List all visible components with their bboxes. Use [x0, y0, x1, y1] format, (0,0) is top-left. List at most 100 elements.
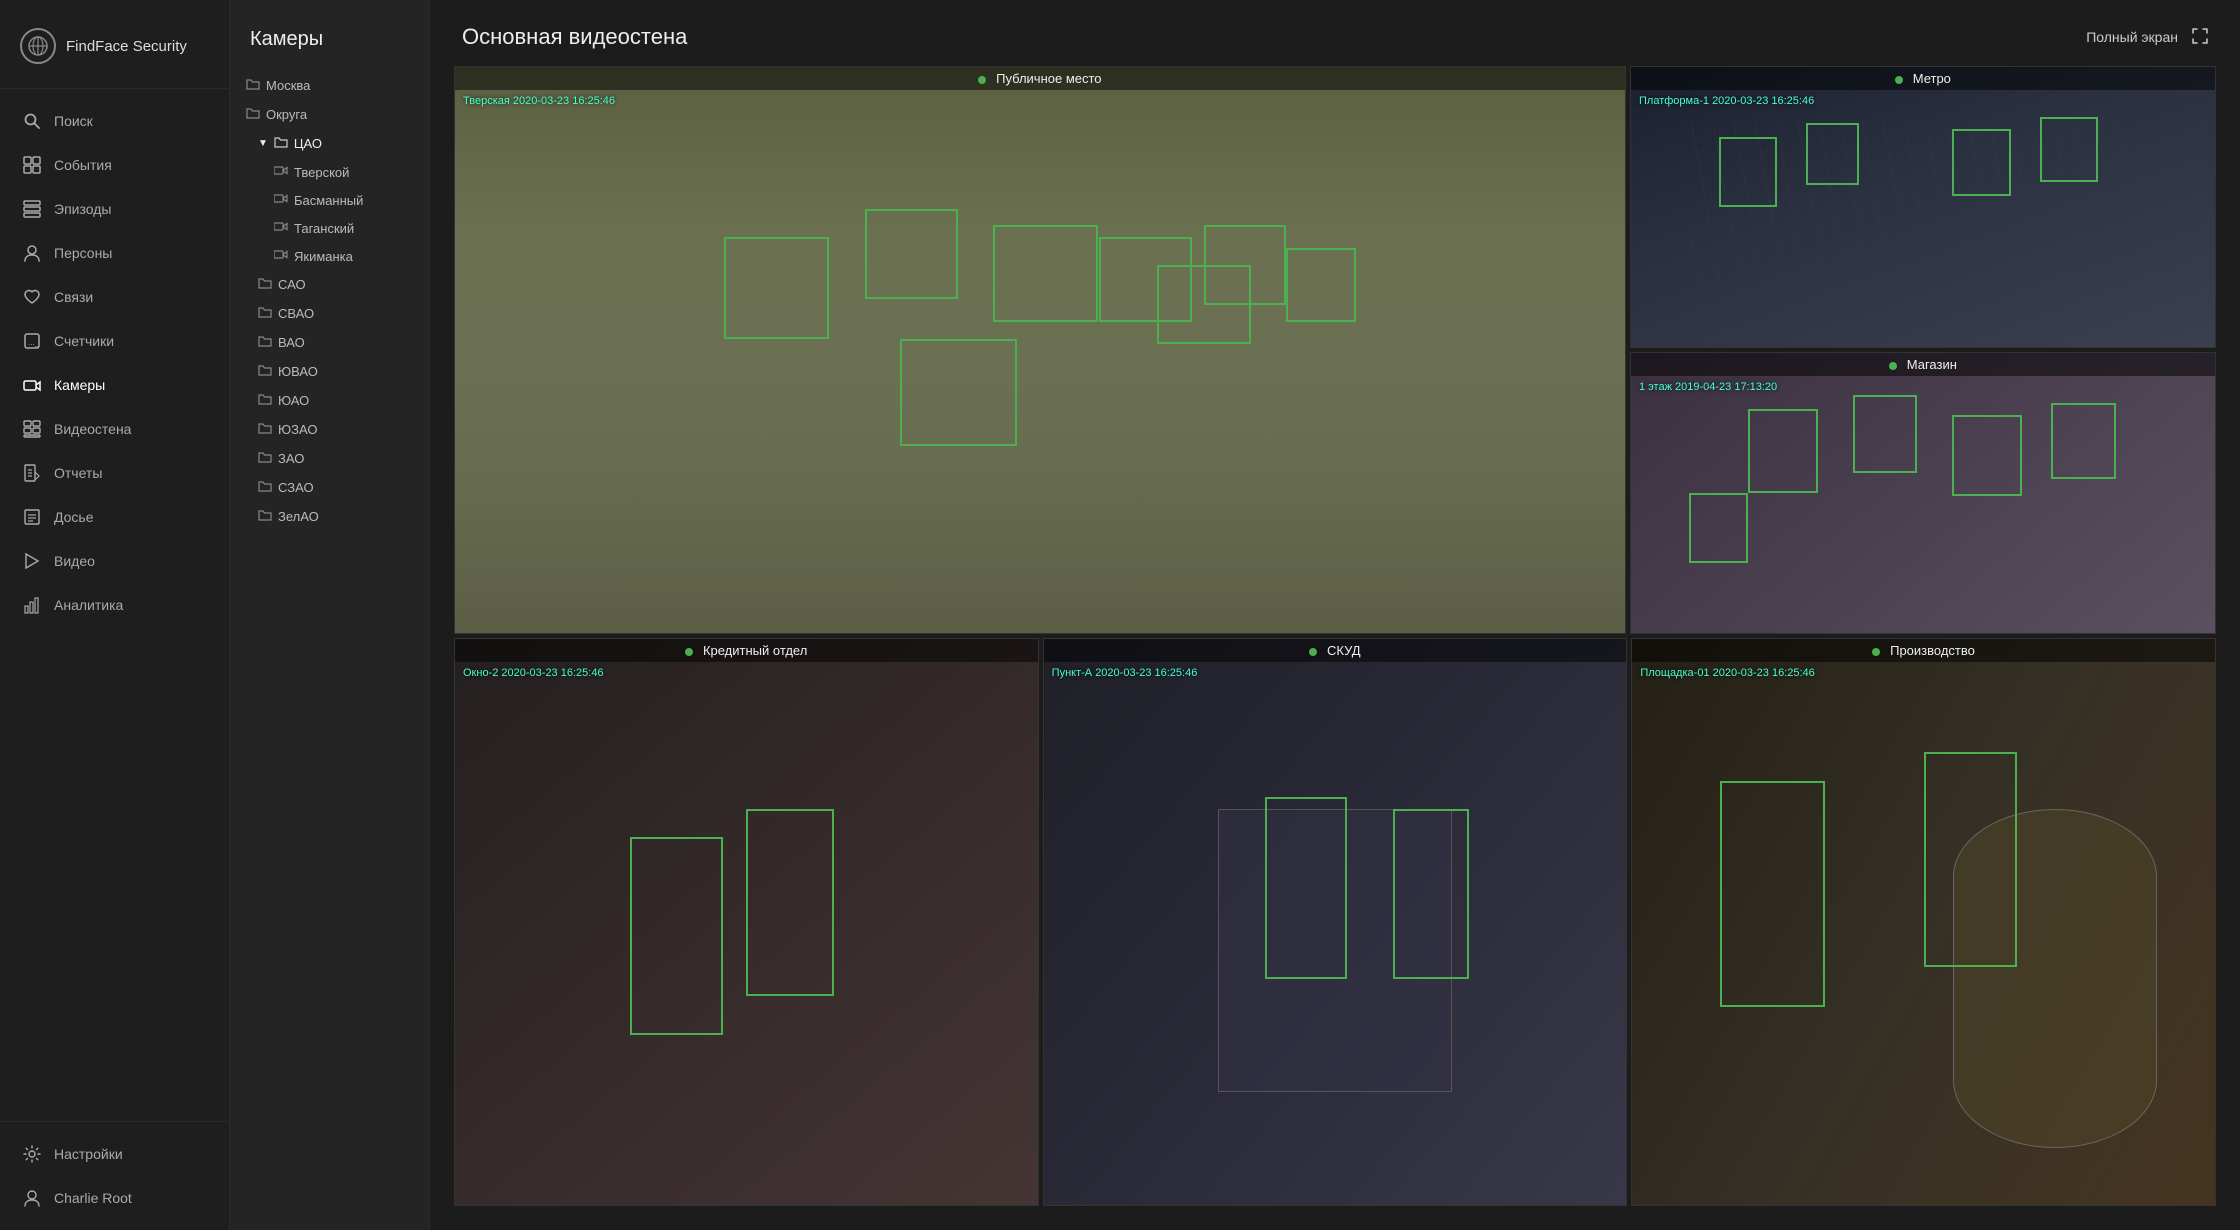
- det-box-m3: [1952, 129, 2010, 196]
- folder-icon: [258, 305, 272, 322]
- tree-item-basmanny[interactable]: Басманный: [230, 186, 429, 214]
- tree-item-tagansky[interactable]: Таганский: [230, 214, 429, 242]
- sidebar-label-search: Поиск: [54, 113, 93, 129]
- folder-icon: [258, 421, 272, 438]
- settings-icon: [22, 1144, 42, 1164]
- det-box-s1: [1748, 409, 1818, 493]
- tree-item-zao[interactable]: ЗАО: [230, 444, 429, 473]
- cell-label-credit: Кредитный отдел: [455, 639, 1038, 662]
- tree-item-yakimanka[interactable]: Якиманка: [230, 242, 429, 270]
- sidebar-item-analytics[interactable]: Аналитика: [0, 583, 229, 627]
- sidebar-item-events[interactable]: События: [0, 143, 229, 187]
- counters-icon: ..._: [22, 331, 42, 351]
- det-box-3: [993, 225, 1098, 321]
- det-box-c1: [630, 837, 723, 1035]
- tree-item-uvao[interactable]: ЮВАО: [230, 357, 429, 386]
- tree-item-tverskoy[interactable]: Тверской: [230, 158, 429, 186]
- sidebar-label-episodes: Эпизоды: [54, 201, 111, 217]
- sidebar-label-persons: Персоны: [54, 245, 112, 261]
- timestamp-metro: Платформа-1 2020-03-23 16:25:46: [1639, 95, 1814, 107]
- video-cell-access[interactable]: СКУД Пункт-А 2020-03-23 16:25:46: [1043, 638, 1628, 1206]
- sidebar-label-relations: Связи: [54, 289, 93, 305]
- cell-label-metro: Метро: [1631, 67, 2215, 90]
- sidebar-label-user: Charlie Root: [54, 1190, 132, 1206]
- det-box-m1: [1719, 137, 1777, 207]
- sidebar-item-cameras[interactable]: Камеры: [0, 363, 229, 407]
- folder-icon: [258, 479, 272, 496]
- tree-label-szao: СЗАО: [278, 480, 314, 495]
- video-cell-public[interactable]: Публичное место Тверская 2020-03-23 16:2…: [454, 66, 1626, 634]
- cell-label-shop: Магазин: [1631, 353, 2215, 376]
- tree-item-vao[interactable]: ВАО: [230, 328, 429, 357]
- det-box-8: [1286, 248, 1356, 322]
- folder-icon: [258, 508, 272, 525]
- tree-label-okruga: Округа: [266, 107, 307, 122]
- tree-label-zao: ЗАО: [278, 451, 304, 466]
- sidebar-item-videowall[interactable]: Видеостена: [0, 407, 229, 451]
- sidebar-label-counters: Счетчики: [54, 333, 114, 349]
- analytics-icon: [22, 595, 42, 615]
- dossier-icon: [22, 507, 42, 527]
- folder-icon: [246, 77, 260, 94]
- timestamp-credit: Окно-2 2020-03-23 16:25:46: [463, 667, 604, 679]
- tree-label-zelao: ЗелАО: [278, 509, 319, 524]
- tree-label-uvao: ЮВАО: [278, 364, 318, 379]
- det-box-m4: [2040, 117, 2098, 181]
- tree-label-svao: СВАО: [278, 306, 314, 321]
- camera-icon: [274, 192, 288, 208]
- tree-item-okruga[interactable]: Округа: [230, 100, 429, 129]
- cell-label-access: СКУД: [1044, 639, 1627, 662]
- sidebar-item-persons[interactable]: Персоны: [0, 231, 229, 275]
- folder-icon: [258, 392, 272, 409]
- det-box-1: [724, 237, 829, 339]
- timestamp-public: Тверская 2020-03-23 16:25:46: [463, 95, 615, 107]
- camera-icon: [274, 164, 288, 180]
- camera-tree-panel: Камеры Москва Округа ▼ ЦАО Тверской Басм…: [230, 0, 430, 1230]
- events-icon: [22, 155, 42, 175]
- app-logo: FindFace Security: [0, 0, 229, 89]
- tree-label-tverskoy: Тверской: [294, 165, 349, 180]
- sidebar-user[interactable]: Charlie Root: [0, 1176, 229, 1220]
- folder-icon: [258, 334, 272, 351]
- folder-icon: [246, 106, 260, 123]
- sidebar-settings[interactable]: Настройки: [0, 1132, 229, 1176]
- sidebar-label-analytics: Аналитика: [54, 597, 123, 613]
- tree-item-moskva[interactable]: Москва: [230, 71, 429, 100]
- sidebar-label-settings: Настройки: [54, 1146, 123, 1162]
- page-title: Основная видеостена: [462, 24, 687, 50]
- sidebar-item-video[interactable]: Видео: [0, 539, 229, 583]
- tree-label-cao: ЦАО: [294, 136, 322, 151]
- sidebar-label-cameras: Камеры: [54, 377, 105, 393]
- det-box-s4: [2051, 403, 2115, 479]
- nav-menu: Поиск События Эпизоды Персоны Связи: [0, 89, 229, 1121]
- tree-item-szao[interactable]: СЗАО: [230, 473, 429, 502]
- svg-text:..._: ..._: [28, 338, 40, 347]
- status-dot-metro: [1895, 76, 1903, 84]
- tree-label-vao: ВАО: [278, 335, 305, 350]
- video-cell-credit[interactable]: Кредитный отдел Окно-2 2020-03-23 16:25:…: [454, 638, 1039, 1206]
- tree-item-sao[interactable]: САО: [230, 270, 429, 299]
- sidebar-item-dossier[interactable]: Досье: [0, 495, 229, 539]
- tree-item-cao[interactable]: ▼ ЦАО: [230, 129, 429, 158]
- sidebar-item-counters[interactable]: ..._ Счетчики: [0, 319, 229, 363]
- cell-label-production: Производство: [1632, 639, 2215, 662]
- camera-icon: [274, 248, 288, 264]
- sidebar-item-episodes[interactable]: Эпизоды: [0, 187, 229, 231]
- status-dot-credit: [685, 648, 693, 656]
- folder-open-icon: [274, 135, 288, 152]
- tree-item-uao[interactable]: ЮАО: [230, 386, 429, 415]
- video-cell-shop[interactable]: Магазин 1 этаж 2019-04-23 17:13:20: [1630, 352, 2216, 634]
- tree-item-svao[interactable]: СВАО: [230, 299, 429, 328]
- det-box-c2: [746, 809, 833, 996]
- sidebar-item-search[interactable]: Поиск: [0, 99, 229, 143]
- sidebar-item-reports[interactable]: Отчеты: [0, 451, 229, 495]
- video-cell-metro[interactable]: Метро Платформа-1 2020-03-23 16:25:46: [1630, 66, 2216, 348]
- tree-item-uzao[interactable]: ЮЗАО: [230, 415, 429, 444]
- det-box-m2: [1806, 123, 1859, 185]
- persons-icon: [22, 243, 42, 263]
- tree-item-zelao[interactable]: ЗелАО: [230, 502, 429, 531]
- camera-panel-title: Камеры: [230, 0, 429, 71]
- sidebar-item-relations[interactable]: Связи: [0, 275, 229, 319]
- video-cell-production[interactable]: Производство Площадка-01 2020-03-23 16:2…: [1631, 638, 2216, 1206]
- fullscreen-button[interactable]: Полный экран: [2086, 28, 2208, 47]
